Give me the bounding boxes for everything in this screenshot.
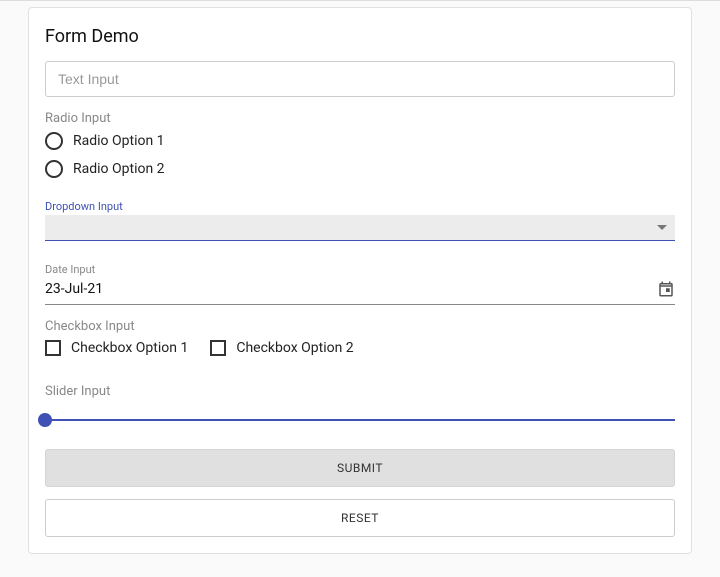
radio-option-1[interactable]: Radio Option 1 bbox=[45, 132, 675, 150]
slider-label: Slider Input bbox=[45, 384, 675, 399]
date-label: Date Input bbox=[45, 263, 675, 276]
text-input[interactable] bbox=[45, 61, 675, 97]
checkbox-option-label: Checkbox Option 1 bbox=[71, 340, 188, 356]
radio-icon bbox=[45, 160, 63, 178]
checkbox-option-1[interactable]: Checkbox Option 1 bbox=[45, 340, 188, 356]
checkbox-icon bbox=[45, 340, 61, 356]
dropdown-label: Dropdown Input bbox=[45, 200, 675, 213]
date-value: 23-Jul-21 bbox=[45, 281, 103, 297]
checkbox-icon bbox=[210, 340, 226, 356]
checkbox-group-label: Checkbox Input bbox=[45, 319, 675, 334]
submit-button[interactable]: SUBMIT bbox=[45, 449, 675, 487]
page-title: Form Demo bbox=[45, 26, 675, 47]
radio-option-2[interactable]: Radio Option 2 bbox=[45, 160, 675, 178]
date-input[interactable]: 23-Jul-21 bbox=[45, 276, 675, 305]
slider-thumb[interactable] bbox=[38, 413, 52, 427]
slider-input[interactable] bbox=[45, 419, 675, 421]
radio-option-label: Radio Option 1 bbox=[73, 133, 165, 149]
reset-button[interactable]: RESET bbox=[45, 499, 675, 537]
form-card: Form Demo Radio Input Radio Option 1 Rad… bbox=[28, 7, 692, 554]
checkbox-option-2[interactable]: Checkbox Option 2 bbox=[210, 340, 353, 356]
dropdown-input[interactable] bbox=[45, 215, 675, 241]
checkbox-option-label: Checkbox Option 2 bbox=[236, 340, 353, 356]
checkbox-group: Checkbox Option 1 Checkbox Option 2 bbox=[45, 340, 675, 356]
chevron-down-icon bbox=[657, 225, 667, 230]
radio-icon bbox=[45, 132, 63, 150]
radio-option-label: Radio Option 2 bbox=[73, 161, 165, 177]
calendar-icon bbox=[657, 280, 675, 298]
radio-group-label: Radio Input bbox=[45, 111, 675, 126]
slider-section: Slider Input bbox=[45, 384, 675, 421]
